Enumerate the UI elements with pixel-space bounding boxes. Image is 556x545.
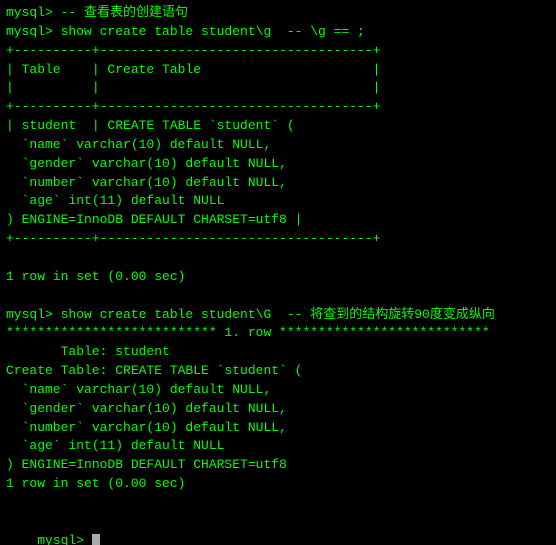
- terminal-line: `age` int(11) default NULL: [6, 192, 550, 211]
- terminal-blank-line: [6, 249, 550, 268]
- terminal-line: +----------+----------------------------…: [6, 42, 550, 61]
- terminal-line: ) ENGINE=InnoDB DEFAULT CHARSET=utf8 |: [6, 211, 550, 230]
- terminal-line: `name` varchar(10) default NULL,: [6, 381, 550, 400]
- terminal-line: `gender` varchar(10) default NULL,: [6, 155, 550, 174]
- terminal-line: mysql> show create table student\g -- \g…: [6, 23, 550, 42]
- cursor: [92, 534, 100, 545]
- terminal-line: `name` varchar(10) default NULL,: [6, 136, 550, 155]
- terminal-line: | Table | Create Table |: [6, 61, 550, 80]
- terminal-line: Create Table: CREATE TABLE `student` (: [6, 362, 550, 381]
- terminal-blank-line: [6, 494, 550, 513]
- terminal-line: | | |: [6, 79, 550, 98]
- terminal-line: `number` varchar(10) default NULL,: [6, 174, 550, 193]
- terminal-line: `number` varchar(10) default NULL,: [6, 419, 550, 438]
- terminal-line: +----------+----------------------------…: [6, 98, 550, 117]
- terminal-line: *************************** 1. row *****…: [6, 324, 550, 343]
- terminal-line: 1 row in set (0.00 sec): [6, 268, 550, 287]
- terminal-line: Table: student: [6, 343, 550, 362]
- terminal-window[interactable]: mysql> -- 查看表的创建语句 mysql> show create ta…: [0, 0, 556, 545]
- terminal-line: mysql> -- 查看表的创建语句: [6, 4, 550, 23]
- terminal-blank-line: [6, 287, 550, 306]
- terminal-line: mysql> show create table student\G -- 将查…: [6, 306, 550, 325]
- terminal-prompt-line[interactable]: mysql>: [6, 513, 550, 545]
- terminal-line: ) ENGINE=InnoDB DEFAULT CHARSET=utf8: [6, 456, 550, 475]
- terminal-line: `gender` varchar(10) default NULL,: [6, 400, 550, 419]
- terminal-line: `age` int(11) default NULL: [6, 437, 550, 456]
- prompt-text: mysql>: [37, 533, 92, 545]
- terminal-line: | student | CREATE TABLE `student` (: [6, 117, 550, 136]
- terminal-line: +----------+----------------------------…: [6, 230, 550, 249]
- terminal-line: 1 row in set (0.00 sec): [6, 475, 550, 494]
